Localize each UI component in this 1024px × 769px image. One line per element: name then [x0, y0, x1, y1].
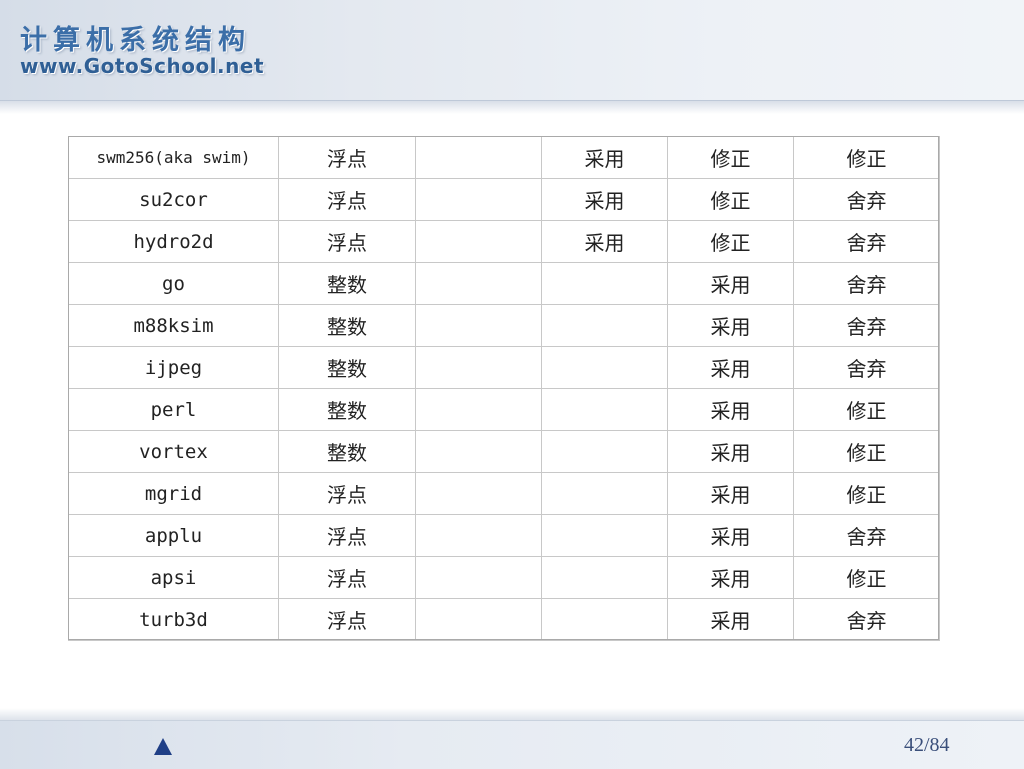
- table-cell: 采用: [667, 262, 794, 305]
- table-row: m88ksim 整数 采用 舍弃: [68, 304, 940, 347]
- table-cell: 采用: [667, 598, 794, 641]
- table-cell: [415, 304, 542, 347]
- table-cell: 修正: [793, 556, 940, 599]
- table-cell: 采用: [667, 346, 794, 389]
- table-cell: turb3d: [68, 598, 279, 641]
- table-cell: 整数: [278, 346, 416, 389]
- table-cell: 采用: [667, 430, 794, 473]
- table-row: swm256(aka swim) 浮点 采用 修正 修正: [68, 136, 940, 179]
- table-cell: [541, 388, 668, 431]
- table-cell: 浮点: [278, 220, 416, 263]
- table-cell: 修正: [793, 430, 940, 473]
- table-row: turb3d 浮点 采用 舍弃: [68, 598, 940, 641]
- table-cell: 舍弃: [793, 304, 940, 347]
- table-cell: [415, 388, 542, 431]
- table-cell: [541, 514, 668, 557]
- table-cell: [541, 262, 668, 305]
- slide-header: 计算机系统结构 www.GotoSchool.net: [0, 0, 1024, 101]
- triangle-up-icon[interactable]: [154, 738, 172, 755]
- table-cell: mgrid: [68, 472, 279, 515]
- table-cell: ijpeg: [68, 346, 279, 389]
- table-row: applu 浮点 采用 舍弃: [68, 514, 940, 557]
- footer-shadow: [0, 708, 1024, 720]
- table-cell: 整数: [278, 430, 416, 473]
- table-cell: vortex: [68, 430, 279, 473]
- table-cell: 舍弃: [793, 346, 940, 389]
- table-cell: [415, 430, 542, 473]
- table-cell: 修正: [667, 178, 794, 221]
- table-cell: 采用: [667, 514, 794, 557]
- table-cell: [415, 346, 542, 389]
- table-cell: hydro2d: [68, 220, 279, 263]
- table-cell: [415, 136, 542, 179]
- table-row: perl 整数 采用 修正: [68, 388, 940, 431]
- table-cell: 浮点: [278, 472, 416, 515]
- table-cell: 采用: [667, 472, 794, 515]
- table-cell: [541, 346, 668, 389]
- table-cell: [541, 598, 668, 641]
- table-cell: su2cor: [68, 178, 279, 221]
- benchmark-table: swm256(aka swim) 浮点 采用 修正 修正 su2cor 浮点 采用 修正 舍弃 hy…: [68, 136, 940, 641]
- table-cell: 采用: [667, 304, 794, 347]
- table-cell: swm256(aka swim): [68, 136, 279, 179]
- table-cell: 舍弃: [793, 514, 940, 557]
- table-cell: [415, 220, 542, 263]
- table-cell: 浮点: [278, 178, 416, 221]
- table-cell: 采用: [541, 220, 668, 263]
- table-cell: 浮点: [278, 514, 416, 557]
- table-cell: [541, 304, 668, 347]
- table-cell: [541, 472, 668, 515]
- header-shadow: [0, 100, 1024, 114]
- table-cell: [415, 556, 542, 599]
- table-cell: 整数: [278, 304, 416, 347]
- table-cell: m88ksim: [68, 304, 279, 347]
- table-cell: 整数: [278, 262, 416, 305]
- table-cell: perl: [68, 388, 279, 431]
- table-cell: [415, 178, 542, 221]
- table-cell: applu: [68, 514, 279, 557]
- table-row: vortex 整数 采用 修正: [68, 430, 940, 473]
- page-number: 42/84: [904, 734, 950, 756]
- table-cell: 修正: [793, 388, 940, 431]
- table-cell: 修正: [793, 136, 940, 179]
- table-cell: 修正: [667, 136, 794, 179]
- table-cell: 舍弃: [793, 220, 940, 263]
- table-cell: 舍弃: [793, 178, 940, 221]
- table-row: go 整数 采用 舍弃: [68, 262, 940, 305]
- table-cell: [415, 262, 542, 305]
- table-cell: 舍弃: [793, 598, 940, 641]
- table-row: ijpeg 整数 采用 舍弃: [68, 346, 940, 389]
- table-cell: 采用: [541, 178, 668, 221]
- table-cell: 采用: [541, 136, 668, 179]
- table-cell: [415, 514, 542, 557]
- course-title: 计算机系统结构: [20, 25, 251, 56]
- table-cell: 浮点: [278, 598, 416, 641]
- table-cell: 修正: [793, 472, 940, 515]
- table-row: hydro2d 浮点 采用 修正 舍弃: [68, 220, 940, 263]
- table-cell: [541, 430, 668, 473]
- table-cell: 浮点: [278, 556, 416, 599]
- table-cell: go: [68, 262, 279, 305]
- table-row: mgrid 浮点 采用 修正: [68, 472, 940, 515]
- table-cell: 浮点: [278, 136, 416, 179]
- site-url: www.GotoSchool.net: [20, 54, 264, 78]
- table-cell: 舍弃: [793, 262, 940, 305]
- table-cell: [415, 472, 542, 515]
- table-cell: 整数: [278, 388, 416, 431]
- table-row: su2cor 浮点 采用 修正 舍弃: [68, 178, 940, 221]
- table-cell: [541, 556, 668, 599]
- table-cell: [415, 598, 542, 641]
- table-cell: apsi: [68, 556, 279, 599]
- table-row: apsi 浮点 采用 修正: [68, 556, 940, 599]
- table-cell: 采用: [667, 388, 794, 431]
- table-cell: 修正: [667, 220, 794, 263]
- table-cell: 采用: [667, 556, 794, 599]
